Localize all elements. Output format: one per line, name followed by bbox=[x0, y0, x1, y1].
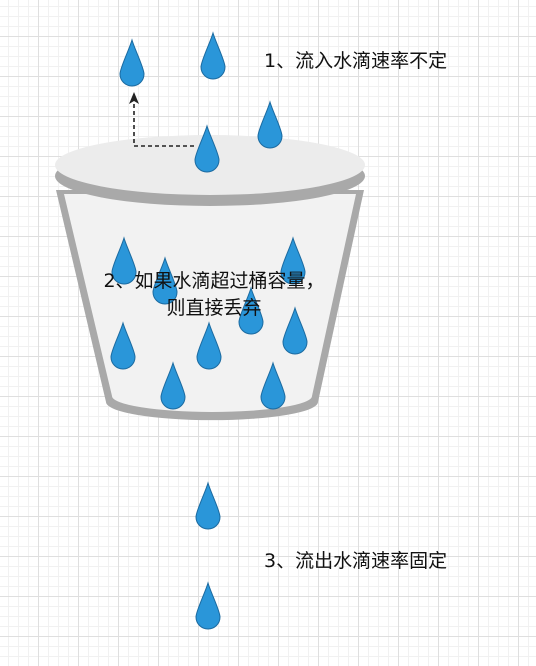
overflow-label: 2、如果水滴超过桶容量，则直接丢弃 bbox=[103, 270, 325, 319]
water-drop-icon bbox=[119, 39, 145, 87]
diagram-canvas: 1、流入水滴速率不定 2、如果水滴超过桶容量，则直接丢弃 3、流出水滴速率固定 bbox=[0, 0, 536, 666]
water-drop-icon bbox=[195, 482, 221, 530]
water-drop-icon bbox=[194, 125, 220, 173]
outflow-label: 3、流出水滴速率固定 bbox=[264, 550, 448, 572]
arrow-head-icon bbox=[129, 92, 139, 104]
water-drop-icon bbox=[200, 32, 226, 80]
water-drop-icon bbox=[195, 582, 221, 630]
water-drop-icon bbox=[257, 101, 283, 149]
outflow-drops bbox=[195, 482, 221, 630]
inflow-label: 1、流入水滴速率不定 bbox=[264, 50, 448, 72]
